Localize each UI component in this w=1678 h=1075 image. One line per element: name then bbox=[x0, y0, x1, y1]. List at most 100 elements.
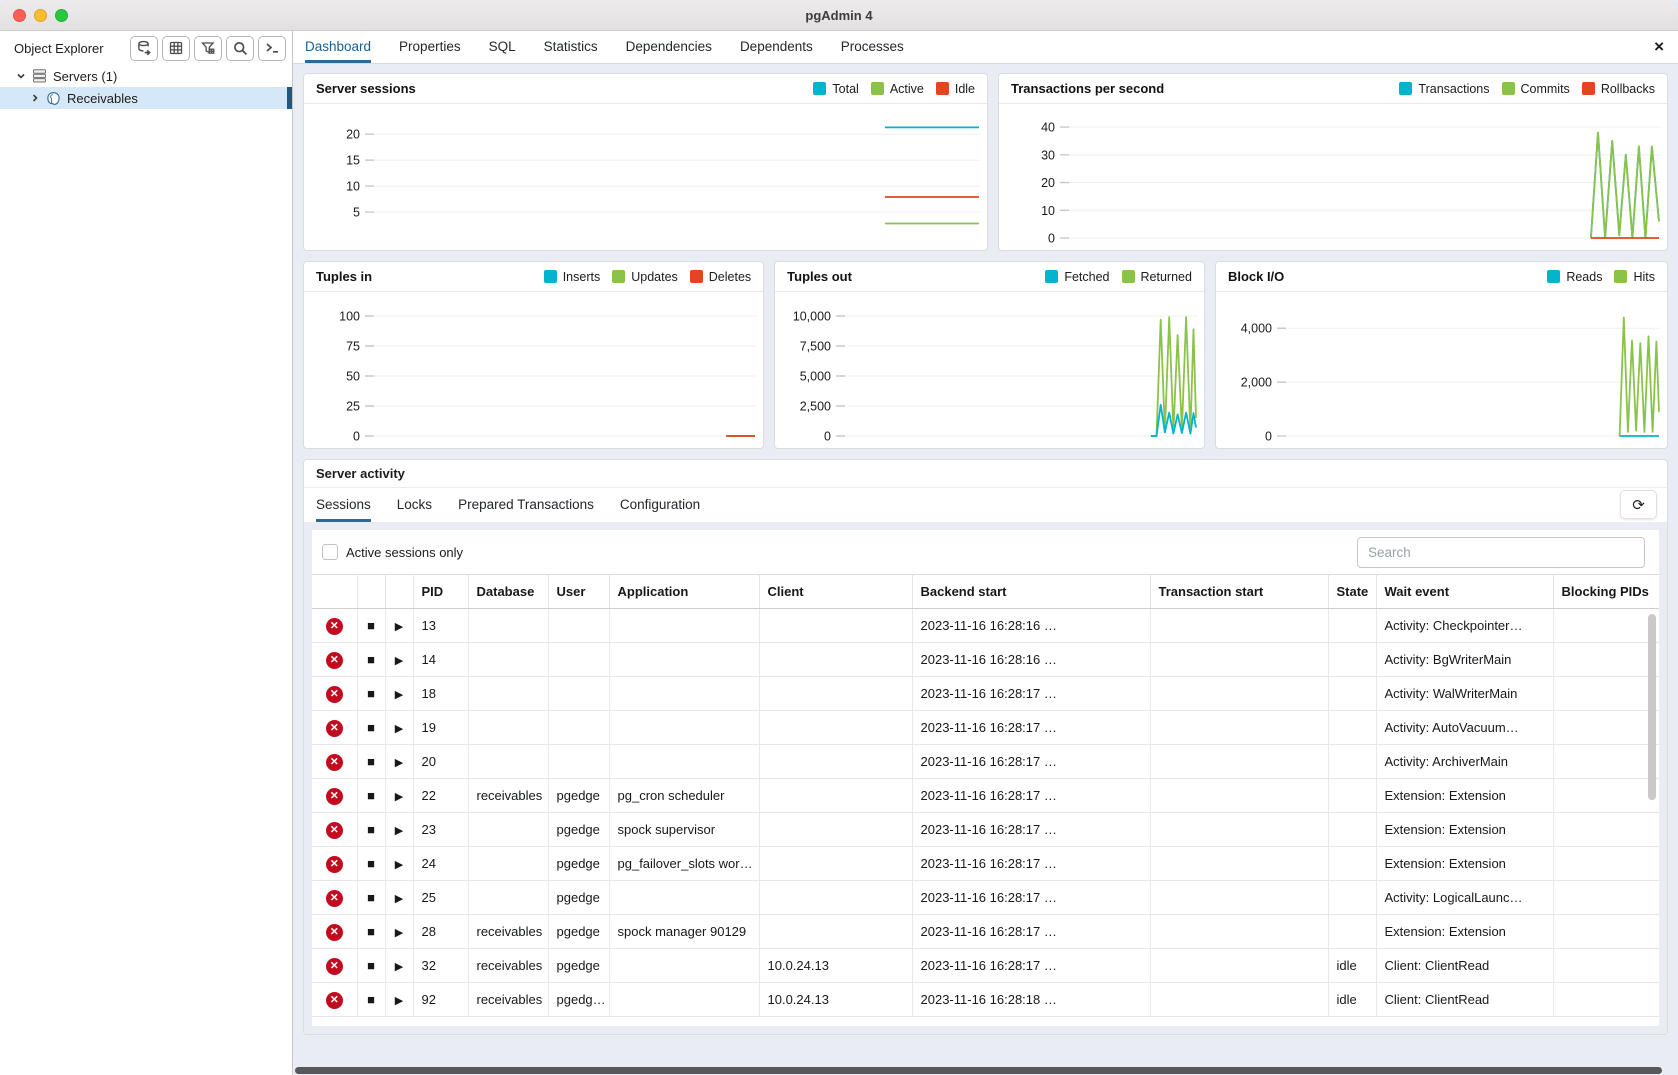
col-transaction-start[interactable]: Transaction start bbox=[1150, 575, 1328, 609]
tab-dependents[interactable]: Dependents bbox=[740, 31, 813, 63]
window-zoom-button[interactable] bbox=[55, 9, 68, 22]
cell-wait-event: Client: ClientRead bbox=[1376, 949, 1553, 983]
tab-statistics[interactable]: Statistics bbox=[544, 31, 598, 63]
tree-item-servers[interactable]: Servers (1) bbox=[0, 65, 292, 87]
cancel-query-button[interactable]: ■ bbox=[367, 652, 375, 667]
cancel-query-button[interactable]: ■ bbox=[367, 720, 375, 735]
row-details-expand-button[interactable]: ▶ bbox=[395, 655, 403, 667]
activity-tab-locks[interactable]: Locks bbox=[397, 488, 432, 522]
window-close-button[interactable] bbox=[13, 9, 26, 22]
tree-item-receivables[interactable]: Receivables bbox=[0, 87, 292, 109]
tab-sql[interactable]: SQL bbox=[489, 31, 516, 63]
pgadmin-window: pgAdmin 4 Object Explorer bbox=[0, 0, 1678, 1075]
row-details-expand-button[interactable]: ▶ bbox=[395, 961, 403, 973]
terminate-session-button[interactable]: ✕ bbox=[326, 618, 343, 635]
cell-application bbox=[609, 745, 759, 779]
row-details-expand-button[interactable]: ▶ bbox=[395, 859, 403, 871]
row-details-expand-button[interactable]: ▶ bbox=[395, 723, 403, 735]
terminate-session-button[interactable]: ✕ bbox=[326, 856, 343, 873]
search-input[interactable] bbox=[1357, 537, 1645, 568]
terminate-session-button[interactable]: ✕ bbox=[326, 992, 343, 1009]
cancel-query-button[interactable]: ■ bbox=[367, 890, 375, 905]
legend-swatch-updates bbox=[612, 270, 625, 283]
table-row-pid-20: ✕■▶202023-11-16 16:28:17 …Activity: Arch… bbox=[312, 745, 1659, 779]
chart-area-transactions-per-second: 403020100 bbox=[999, 104, 1667, 250]
terminate-session-button-cell: ✕ bbox=[312, 643, 357, 677]
activity-tab-sessions[interactable]: Sessions bbox=[316, 488, 371, 522]
col-database[interactable]: Database bbox=[468, 575, 548, 609]
cancel-query-button-cell: ■ bbox=[357, 813, 385, 847]
search-button[interactable] bbox=[226, 36, 254, 61]
col-pid[interactable]: PID bbox=[413, 575, 468, 609]
cancel-query-button[interactable]: ■ bbox=[367, 992, 375, 1007]
table-row-pid-22: ✕■▶22receivablespgedgepg_cron scheduler2… bbox=[312, 779, 1659, 813]
col-blocking-pids[interactable]: Blocking PIDs bbox=[1553, 575, 1659, 609]
row-details-expand-button-cell: ▶ bbox=[385, 677, 413, 711]
svg-text:15: 15 bbox=[346, 154, 360, 168]
tab-processes[interactable]: Processes bbox=[841, 31, 904, 63]
filter-button[interactable] bbox=[194, 36, 222, 61]
table-row-pid-24: ✕■▶24pgedgepg_failover_slots wor…2023-11… bbox=[312, 847, 1659, 881]
terminate-session-button[interactable]: ✕ bbox=[326, 720, 343, 737]
activity-tab-prepared-transactions[interactable]: Prepared Transactions bbox=[458, 488, 594, 522]
terminate-session-button[interactable]: ✕ bbox=[326, 754, 343, 771]
terminate-session-button[interactable]: ✕ bbox=[326, 788, 343, 805]
cancel-query-button[interactable]: ■ bbox=[367, 856, 375, 871]
row-details-expand-button[interactable]: ▶ bbox=[395, 927, 403, 939]
terminate-session-button[interactable]: ✕ bbox=[326, 958, 343, 975]
cell-pid: 23 bbox=[413, 813, 468, 847]
cell-client bbox=[759, 677, 912, 711]
terminate-session-button[interactable]: ✕ bbox=[326, 890, 343, 907]
active-sessions-toggle[interactable]: Active sessions only bbox=[322, 544, 463, 560]
row-details-expand-button[interactable]: ▶ bbox=[395, 995, 403, 1007]
row-details-expand-button[interactable]: ▶ bbox=[395, 689, 403, 701]
terminate-session-button[interactable]: ✕ bbox=[326, 686, 343, 703]
query-tool-button[interactable] bbox=[162, 36, 190, 61]
tab-dependencies[interactable]: Dependencies bbox=[626, 31, 712, 63]
chevron-down-icon[interactable] bbox=[14, 71, 28, 81]
series-returned-line bbox=[1151, 317, 1196, 436]
close-icon[interactable]: × bbox=[1654, 38, 1664, 55]
cell-transaction-start bbox=[1150, 609, 1328, 643]
cancel-query-button[interactable]: ■ bbox=[367, 924, 375, 939]
terminate-session-button[interactable]: ✕ bbox=[326, 822, 343, 839]
psql-tool-icon bbox=[264, 40, 281, 56]
cancel-query-button[interactable]: ■ bbox=[367, 618, 375, 633]
tree-item-receivables-label: Receivables bbox=[67, 91, 138, 106]
cell-pid: 22 bbox=[413, 779, 468, 813]
refresh-button[interactable]: ⟳ bbox=[1620, 490, 1657, 519]
cell-backend-start: 2023-11-16 16:28:16 … bbox=[912, 609, 1150, 643]
cell-wait-event: Extension: Extension bbox=[1376, 813, 1553, 847]
tab-dashboard[interactable]: Dashboard bbox=[305, 31, 371, 63]
horizontal-scrollbar[interactable] bbox=[295, 1067, 1662, 1074]
row-details-expand-button[interactable]: ▶ bbox=[395, 893, 403, 905]
col-client[interactable]: Client bbox=[759, 575, 912, 609]
table-vertical-scrollbar[interactable] bbox=[1648, 614, 1656, 800]
cell-backend-start: 2023-11-16 16:28:17 … bbox=[912, 779, 1150, 813]
row-details-expand-button[interactable]: ▶ bbox=[395, 757, 403, 769]
cancel-query-button[interactable]: ■ bbox=[367, 788, 375, 803]
row-details-expand-button[interactable]: ▶ bbox=[395, 621, 403, 633]
terminate-session-button[interactable]: ✕ bbox=[326, 652, 343, 669]
cancel-query-button[interactable]: ■ bbox=[367, 822, 375, 837]
activity-tab-configuration[interactable]: Configuration bbox=[620, 488, 700, 522]
window-minimize-button[interactable] bbox=[34, 9, 47, 22]
terminate-session-button[interactable]: ✕ bbox=[326, 924, 343, 941]
cancel-query-button[interactable]: ■ bbox=[367, 958, 375, 973]
cancel-query-button[interactable]: ■ bbox=[367, 686, 375, 701]
chevron-right-icon[interactable] bbox=[28, 93, 42, 103]
row-details-expand-button[interactable]: ▶ bbox=[395, 791, 403, 803]
row-details-expand-button[interactable]: ▶ bbox=[395, 825, 403, 837]
col-state[interactable]: State bbox=[1328, 575, 1376, 609]
col-wait-event[interactable]: Wait event bbox=[1376, 575, 1553, 609]
connect-server-button[interactable] bbox=[130, 36, 158, 61]
tab-properties[interactable]: Properties bbox=[399, 31, 461, 63]
active-sessions-checkbox[interactable] bbox=[322, 544, 338, 560]
cancel-query-button[interactable]: ■ bbox=[367, 754, 375, 769]
col-application[interactable]: Application bbox=[609, 575, 759, 609]
sessions-table: PIDDatabaseUserApplicationClientBackend … bbox=[312, 574, 1659, 1017]
legend-label-commits: Commits bbox=[1521, 82, 1570, 96]
col-user[interactable]: User bbox=[548, 575, 609, 609]
col-backend-start[interactable]: Backend start bbox=[912, 575, 1150, 609]
psql-tool-button[interactable] bbox=[258, 36, 286, 61]
